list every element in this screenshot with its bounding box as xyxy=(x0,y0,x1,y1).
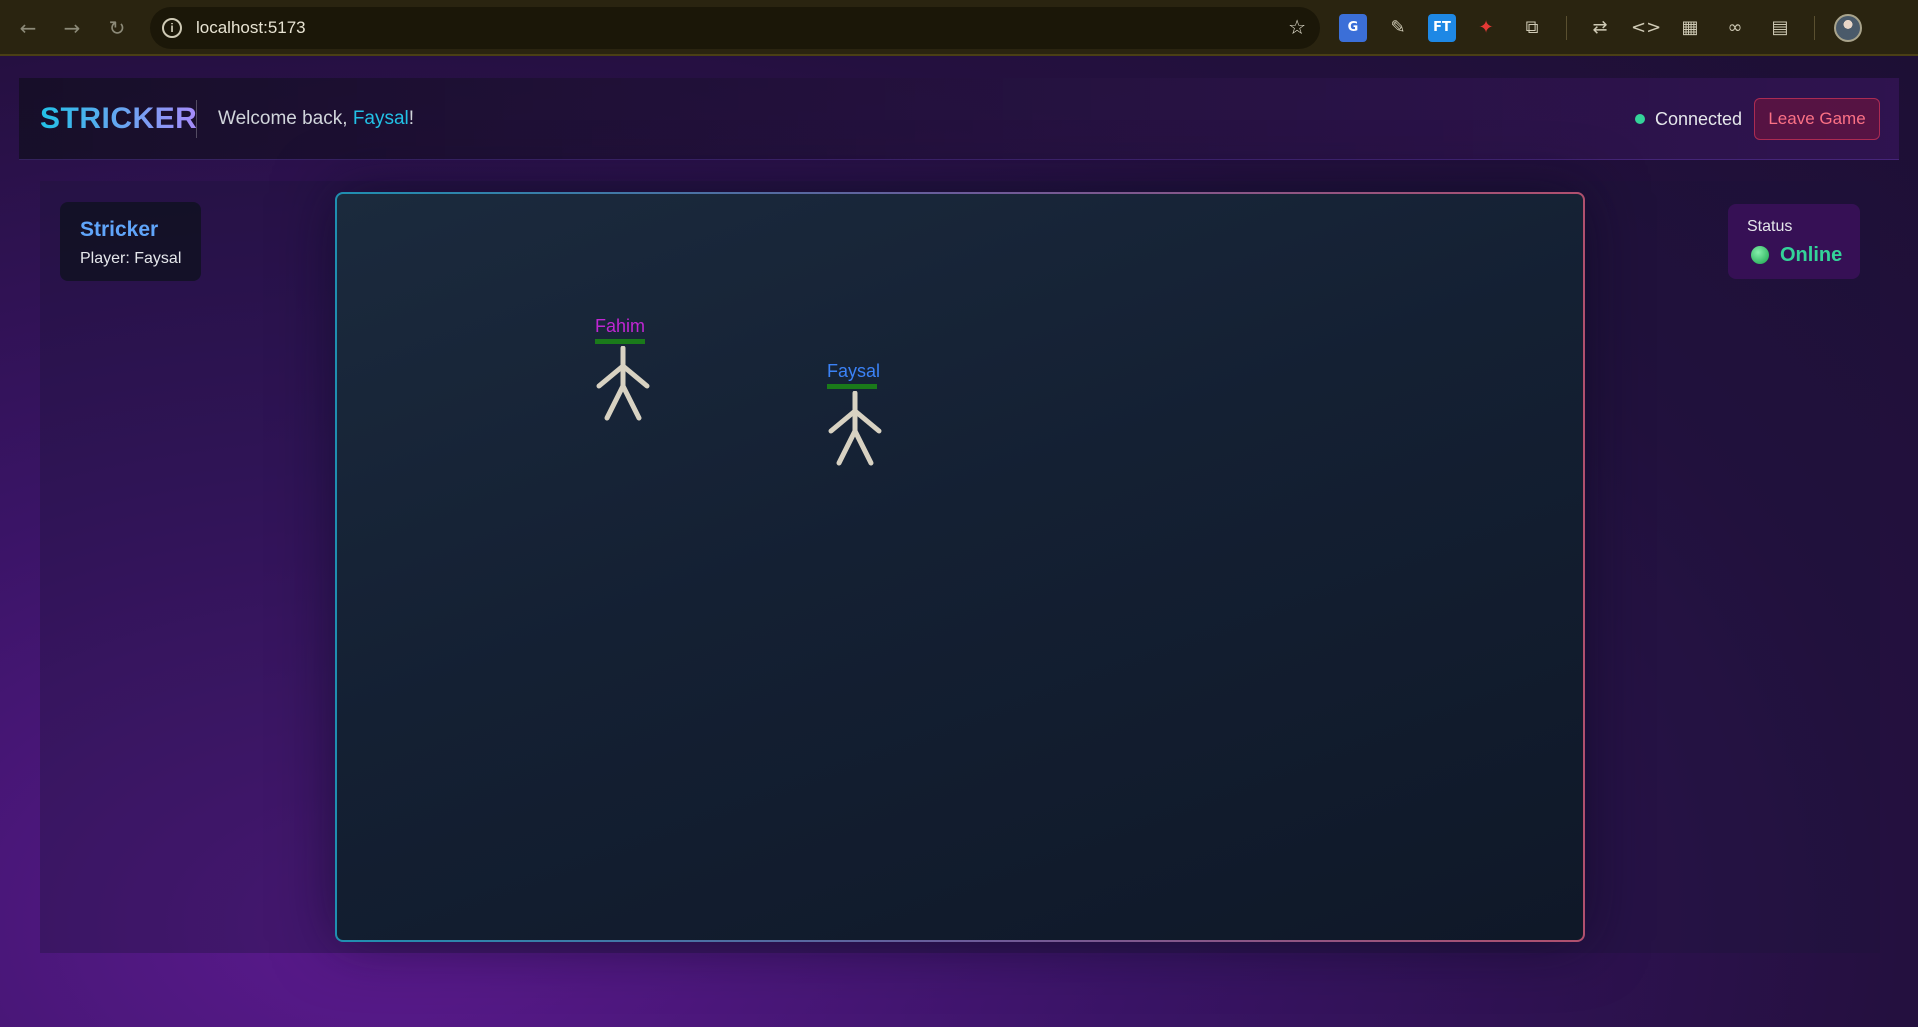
url-text[interactable]: localhost:5173 xyxy=(196,18,306,38)
ninja-extension-icon[interactable]: ✦ xyxy=(1472,14,1500,42)
welcome-suffix: ! xyxy=(408,108,415,129)
google-translate-icon[interactable]: G xyxy=(1339,14,1367,42)
eyedropper-icon[interactable]: ✎ xyxy=(1384,14,1412,42)
leave-game-button[interactable]: Leave Game xyxy=(1754,98,1880,140)
status-card: Status Online xyxy=(1728,204,1860,279)
code-icon[interactable]: <> xyxy=(1631,14,1661,42)
player-name-label: Faysal xyxy=(827,361,881,381)
stick-figure-icon xyxy=(828,391,882,466)
player-sprite: Faysal xyxy=(827,361,897,471)
game-canvas-frame: Fahim Faysal xyxy=(335,192,1585,942)
ft-extension-icon[interactable]: FT xyxy=(1428,14,1456,42)
app-logo: STRICKER xyxy=(40,102,198,135)
player-label: Player: Faysal xyxy=(80,250,182,267)
toolbar-divider xyxy=(1814,16,1815,40)
status-value: Online xyxy=(1780,244,1843,266)
game-title: Stricker xyxy=(80,218,159,241)
app-header: STRICKER Welcome back, Faysal! Connected… xyxy=(19,78,1899,160)
header-divider xyxy=(196,100,197,138)
player-sprite: Fahim xyxy=(595,316,665,426)
welcome-prefix: Welcome back, xyxy=(218,108,353,129)
game-info-card: Stricker Player: Faysal xyxy=(60,202,201,281)
game-canvas[interactable]: Fahim Faysal xyxy=(337,194,1583,940)
address-bar[interactable]: i localhost:5173 ☆ xyxy=(150,7,1320,49)
reload-icon[interactable]: ↻ xyxy=(103,14,131,42)
link-icon[interactable]: ∞ xyxy=(1721,14,1749,42)
reading-mode-icon[interactable]: ▤ xyxy=(1766,14,1794,42)
online-indicator-dot xyxy=(1751,246,1769,264)
arrow-right-icon[interactable]: → xyxy=(58,14,86,42)
stick-figure-icon xyxy=(596,346,650,421)
connection-status-text: Connected xyxy=(1655,109,1743,129)
translate-page-icon[interactable]: ⇄ xyxy=(1586,14,1614,42)
connection-status-dot xyxy=(1635,114,1645,124)
player-name-label: Fahim xyxy=(595,316,646,336)
welcome-message: Welcome back, Faysal! xyxy=(218,108,414,130)
site-info-icon[interactable]: i xyxy=(162,18,182,38)
status-label: Status xyxy=(1747,218,1793,235)
player-health-bar xyxy=(595,339,645,344)
profile-avatar[interactable] xyxy=(1834,14,1862,42)
puzzle-icon[interactable]: ⧉ xyxy=(1518,14,1546,42)
arrow-left-icon[interactable]: ← xyxy=(14,14,42,42)
browser-toolbar: ← → ↻ i localhost:5173 ☆ G ✎ FT ✦ ⧉ ⇄ <>… xyxy=(0,0,1918,56)
bookmark-star-icon[interactable]: ☆ xyxy=(1288,15,1306,39)
layout-icon[interactable]: ▦ xyxy=(1676,14,1704,42)
toolbar-divider xyxy=(1566,16,1567,40)
welcome-username: Faysal xyxy=(352,108,409,129)
player-health-bar xyxy=(827,384,877,389)
